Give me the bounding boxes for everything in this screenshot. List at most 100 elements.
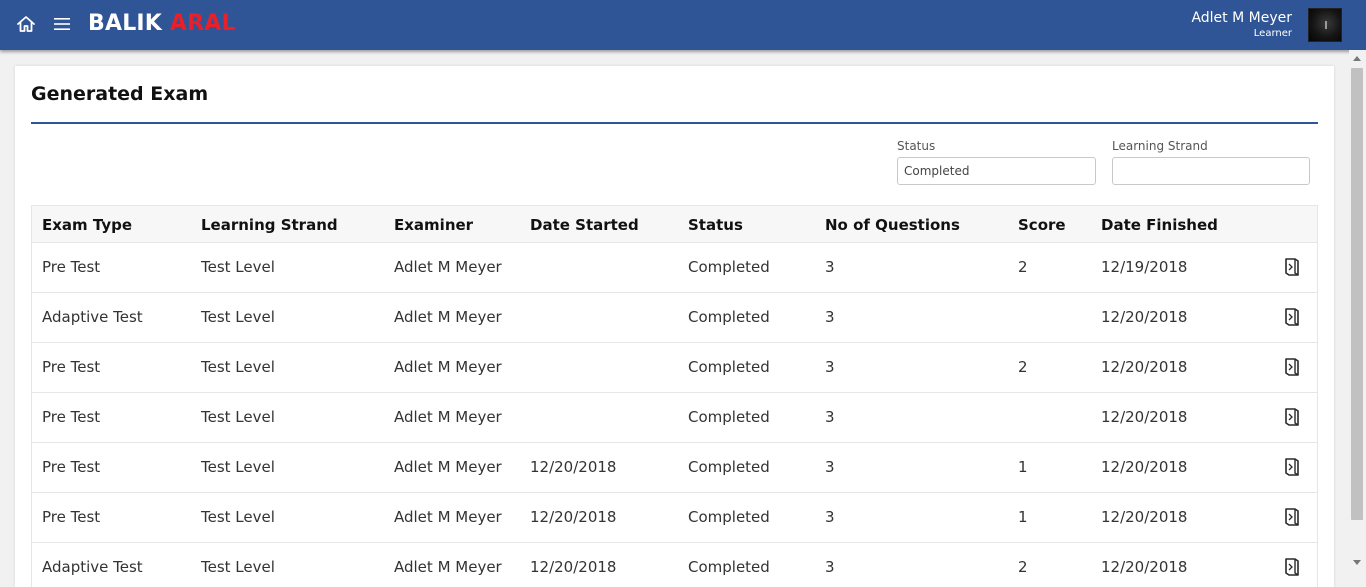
cell-examiner: Adlet M Meyer [394,558,502,576]
title-divider [31,122,1318,124]
header-date-started[interactable]: Date Started [530,216,639,234]
top-navbar: BALIK ARAL Adlet M Meyer Learner [0,0,1366,50]
page-title: Generated Exam [31,83,209,105]
user-role: Learner [1253,28,1292,39]
header-examiner[interactable]: Examiner [394,216,473,234]
cell-date-finished: 12/20/2018 [1101,558,1188,576]
scrollbar-thumb[interactable] [1351,68,1363,520]
cell-examiner: Adlet M Meyer [394,458,502,476]
table-header: Exam Type Learning Strand Examiner Date … [31,205,1318,243]
cell-status: Completed [688,408,770,426]
brand-logo[interactable]: BALIK ARAL [88,11,236,36]
cell-learning-strand: Test Level [201,458,275,476]
scroll-up-arrow-icon[interactable] [1353,56,1361,61]
cell-date-finished: 12/20/2018 [1101,308,1188,326]
cell-status: Completed [688,458,770,476]
cell-score: 2 [1018,258,1028,276]
cell-exam-type: Pre Test [42,458,101,476]
user-name[interactable]: Adlet M Meyer [1191,10,1292,26]
cell-exam-type: Pre Test [42,258,101,276]
cell-no-of-questions: 3 [825,358,835,376]
open-exam-button[interactable] [1281,355,1303,379]
cell-date-finished: 12/19/2018 [1101,258,1188,276]
open-book-icon [1285,358,1299,376]
avatar[interactable] [1308,8,1342,42]
open-exam-button[interactable] [1281,455,1303,479]
cell-status: Completed [688,308,770,326]
open-book-icon [1285,408,1299,426]
cell-no-of-questions: 3 [825,308,835,326]
cell-date-started: 12/20/2018 [530,508,617,526]
open-exam-button[interactable] [1281,255,1303,279]
status-filter-label: Status [897,139,936,153]
header-date-finished[interactable]: Date Finished [1101,216,1218,234]
cell-status: Completed [688,358,770,376]
cell-examiner: Adlet M Meyer [394,358,502,376]
cell-exam-type: Adaptive Test [42,558,143,576]
cell-exam-type: Adaptive Test [42,308,143,326]
cell-examiner: Adlet M Meyer [394,308,502,326]
open-exam-button[interactable] [1281,305,1303,329]
cell-score: 2 [1018,358,1028,376]
status-filter-input[interactable] [897,157,1096,185]
table-row: Adaptive Test Test Level Adlet M Meyer 12/2… [31,543,1318,587]
cell-date-finished: 12/20/2018 [1101,508,1188,526]
cell-status: Completed [688,558,770,576]
table-row: Pre Test Test Level Adlet M Meyer 12/20/201… [31,443,1318,493]
cell-date-started: 12/20/2018 [530,558,617,576]
header-status[interactable]: Status [688,216,743,234]
table-row: Adaptive Test Test Level Adlet M Meyer Comp… [31,293,1318,343]
cell-learning-strand: Test Level [201,408,275,426]
generated-exam-card: Generated Exam Status Learning Strand Ex… [15,66,1334,587]
home-icon[interactable] [16,14,36,34]
scroll-down-arrow-icon[interactable] [1353,560,1361,565]
cell-learning-strand: Test Level [201,508,275,526]
table-row: Pre Test Test Level Adlet M Meyer 12/20/201… [31,493,1318,543]
cell-date-finished: 12/20/2018 [1101,358,1188,376]
cell-learning-strand: Test Level [201,358,275,376]
brand-logo-part2: ARAL [169,11,236,36]
brand-logo-part1: BALIK [88,11,163,36]
cell-learning-strand: Test Level [201,258,275,276]
table-row: Pre Test Test Level Adlet M Meyer Completed… [31,243,1318,293]
cell-score: 1 [1018,508,1028,526]
learning-strand-filter-input[interactable] [1112,157,1310,185]
cell-examiner: Adlet M Meyer [394,508,502,526]
open-exam-button[interactable] [1281,555,1303,579]
open-book-icon [1285,458,1299,476]
open-exam-button[interactable] [1281,505,1303,529]
cell-no-of-questions: 3 [825,408,835,426]
cell-date-started: 12/20/2018 [530,458,617,476]
open-book-icon [1285,308,1299,326]
cell-examiner: Adlet M Meyer [394,258,502,276]
cell-learning-strand: Test Level [201,308,275,326]
open-exam-button[interactable] [1281,405,1303,429]
header-exam-type[interactable]: Exam Type [42,216,132,234]
open-book-icon [1285,508,1299,526]
header-no-of-questions[interactable]: No of Questions [825,216,960,234]
hamburger-menu-icon[interactable] [53,15,71,33]
table-row: Pre Test Test Level Adlet M Meyer Completed… [31,343,1318,393]
exam-table: Exam Type Learning Strand Examiner Date … [31,205,1318,587]
open-book-icon [1285,558,1299,576]
cell-no-of-questions: 3 [825,258,835,276]
cell-score: 2 [1018,558,1028,576]
cell-exam-type: Pre Test [42,358,101,376]
cell-examiner: Adlet M Meyer [394,408,502,426]
cell-status: Completed [688,258,770,276]
cell-exam-type: Pre Test [42,408,101,426]
learning-strand-filter-label: Learning Strand [1112,139,1208,153]
open-book-icon [1285,258,1299,276]
cell-date-finished: 12/20/2018 [1101,408,1188,426]
cell-score: 1 [1018,458,1028,476]
page-scrollbar[interactable] [1349,50,1366,587]
header-learning-strand[interactable]: Learning Strand [201,216,338,234]
table-row: Pre Test Test Level Adlet M Meyer Completed… [31,393,1318,443]
header-score[interactable]: Score [1018,216,1066,234]
cell-exam-type: Pre Test [42,508,101,526]
cell-status: Completed [688,508,770,526]
cell-date-finished: 12/20/2018 [1101,458,1188,476]
cell-learning-strand: Test Level [201,558,275,576]
cell-no-of-questions: 3 [825,558,835,576]
table-body: Pre Test Test Level Adlet M Meyer Completed… [31,243,1318,587]
